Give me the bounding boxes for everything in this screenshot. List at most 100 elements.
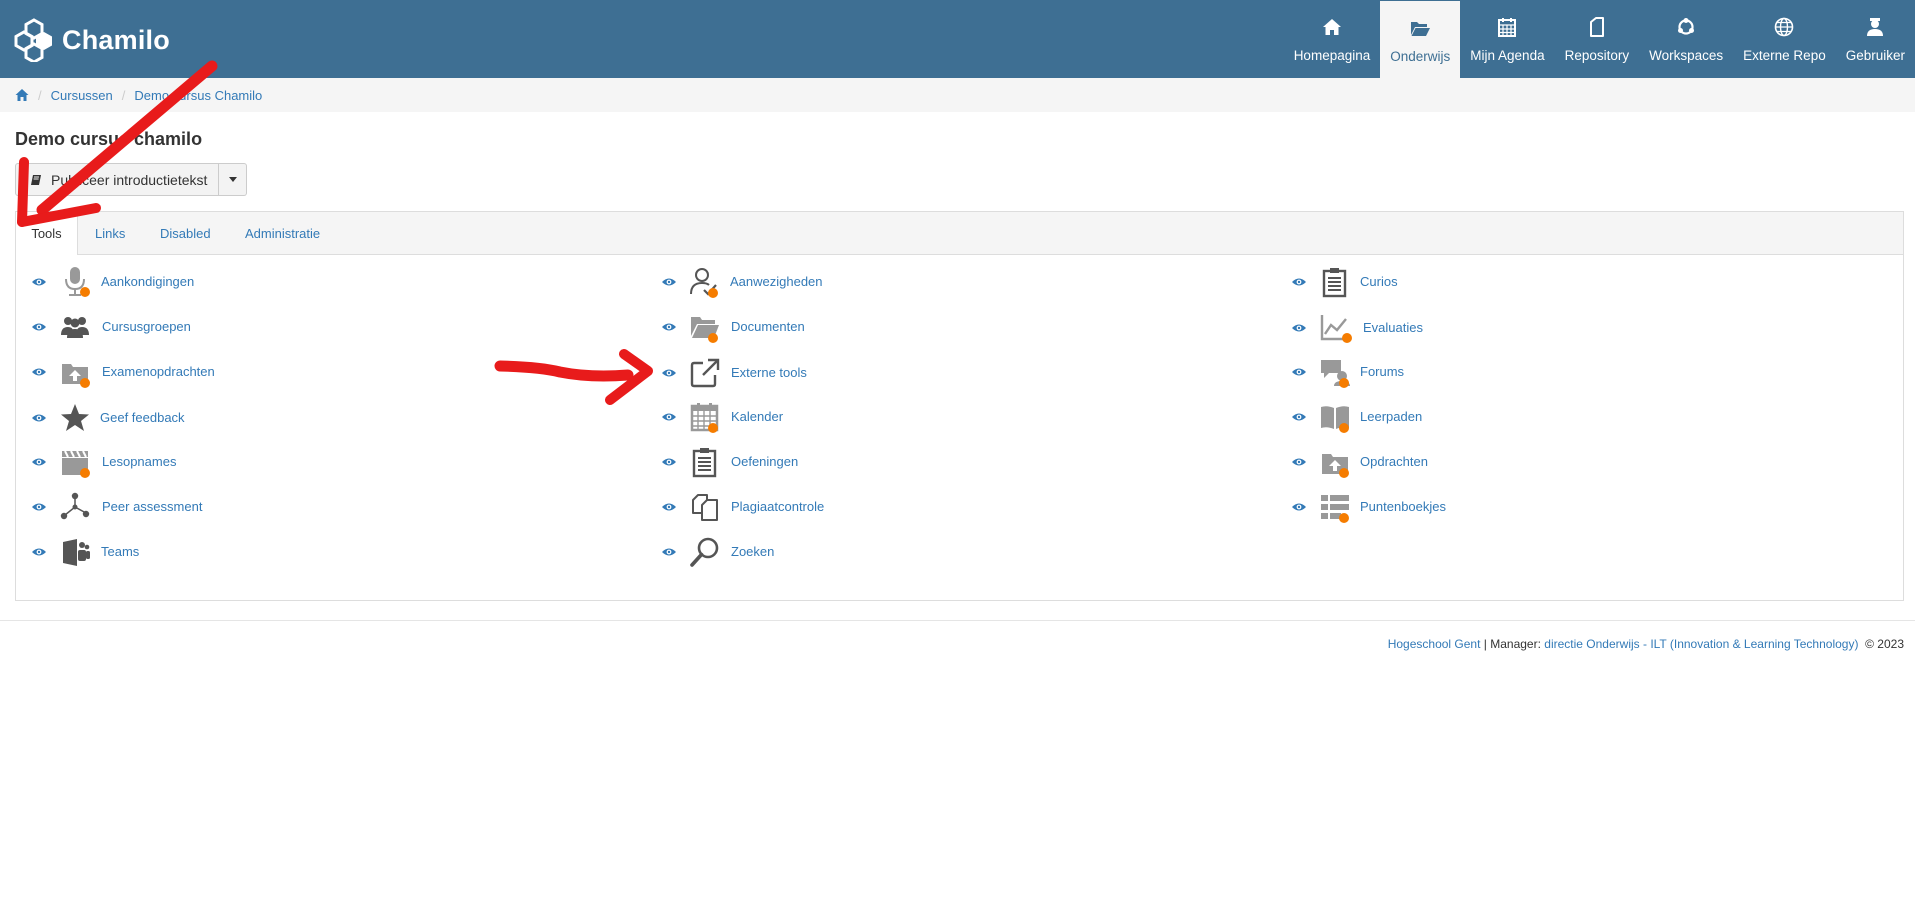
tab-links[interactable]: Links	[95, 212, 125, 254]
breadcrumb-course[interactable]: Demo cursus Chamilo	[134, 88, 262, 103]
tool-label[interactable]: Examenopdrachten	[102, 364, 215, 379]
tool-label[interactable]: Plagiaatcontrole	[731, 499, 824, 514]
footer-copyright: © 2023	[1865, 637, 1904, 651]
home-icon[interactable]	[15, 88, 29, 102]
eye-icon[interactable]	[1291, 366, 1307, 378]
nav-workspaces[interactable]: Workspaces	[1639, 0, 1733, 78]
file-icon	[1589, 17, 1604, 37]
eye-icon[interactable]	[661, 276, 677, 288]
workspaces-icon	[1678, 18, 1695, 35]
tool-label[interactable]: Lesopnames	[102, 454, 176, 469]
tool-label[interactable]: Evaluaties	[1363, 320, 1423, 335]
user-icon	[1867, 18, 1884, 36]
nav-repository[interactable]: Repository	[1555, 0, 1640, 78]
status-dot	[708, 423, 718, 433]
tool-label[interactable]: Teams	[101, 544, 139, 559]
search-icon	[690, 537, 719, 567]
tool-label[interactable]: Leerpaden	[1360, 409, 1422, 424]
tool-label[interactable]: Zoeken	[731, 544, 774, 559]
nav-onderwijs[interactable]: Onderwijs	[1380, 1, 1461, 78]
copy-documents-icon	[692, 494, 718, 521]
tool-label[interactable]: Forums	[1360, 364, 1404, 379]
eye-icon[interactable]	[661, 501, 677, 513]
breadcrumb-separator: /	[121, 87, 126, 103]
book-icon	[31, 174, 41, 185]
eye-icon[interactable]	[31, 366, 47, 378]
publish-intro-button[interactable]: Publiceer introductietekst	[15, 163, 220, 196]
users-group-icon	[61, 317, 89, 338]
eye-icon[interactable]	[661, 456, 677, 468]
tool-label[interactable]: Curios	[1360, 274, 1398, 289]
tool-label[interactable]: Aanwezigheden	[730, 274, 823, 289]
app-name: Chamilo	[62, 24, 170, 55]
calendar-icon	[1498, 18, 1517, 37]
status-dot	[80, 287, 90, 297]
status-dot	[708, 333, 718, 343]
caret-down-icon	[228, 177, 237, 182]
nav-label: Mijn Agenda	[1470, 48, 1545, 63]
publish-dropdown-toggle[interactable]	[219, 163, 248, 196]
status-dot	[1339, 468, 1349, 478]
eye-icon[interactable]	[661, 411, 677, 423]
footer: Hogeschool Gent | Manager: directie Onde…	[1388, 637, 1904, 651]
nav-homepagina[interactable]: Homepagina	[1284, 0, 1381, 78]
status-dot	[1342, 333, 1352, 343]
eye-icon[interactable]	[1291, 276, 1307, 288]
tool-label[interactable]: Geef feedback	[100, 410, 185, 425]
publish-button-group: Publiceer introductietekst	[15, 163, 248, 196]
eye-icon[interactable]	[661, 546, 677, 558]
tab-bar: Tools Links Disabled Administratie	[16, 212, 1903, 255]
chamilo-hexagon-icon	[14, 18, 52, 62]
eye-icon[interactable]	[31, 276, 47, 288]
tool-label[interactable]: Peer assessment	[102, 499, 202, 514]
tab-disabled[interactable]: Disabled	[160, 212, 211, 254]
eye-icon[interactable]	[1291, 501, 1307, 513]
tab-tools[interactable]: Tools	[16, 212, 78, 255]
status-dot	[80, 468, 90, 478]
page-title: Demo cursus chamilo	[15, 129, 203, 149]
eye-icon[interactable]	[1291, 322, 1307, 334]
tool-label[interactable]: Oefeningen	[731, 454, 798, 469]
clipboard-list-icon	[692, 448, 717, 478]
nav-label: Homepagina	[1293, 48, 1371, 63]
footer-org-link[interactable]: Hogeschool Gent	[1388, 637, 1481, 651]
tool-label[interactable]: Puntenboekjes	[1360, 499, 1446, 514]
status-dot	[1339, 423, 1349, 433]
nav-label: Workspaces	[1649, 48, 1724, 63]
nav-label: Externe Repo	[1743, 48, 1826, 63]
breadcrumb-separator: /	[38, 87, 42, 103]
tool-label[interactable]: Kalender	[731, 409, 783, 424]
eye-icon[interactable]	[31, 456, 47, 468]
nav-externe-repo[interactable]: Externe Repo	[1733, 0, 1836, 78]
eye-icon[interactable]	[661, 321, 677, 333]
eye-icon[interactable]	[1291, 456, 1307, 468]
eye-icon[interactable]	[31, 546, 47, 558]
tool-label[interactable]: Aankondigingen	[101, 274, 194, 289]
chamilo-logo[interactable]: Chamilo	[14, 18, 170, 62]
tab-administratie[interactable]: Administratie	[245, 212, 320, 254]
nav-mijn-agenda[interactable]: Mijn Agenda	[1460, 0, 1554, 78]
tool-label[interactable]: Cursusgroepen	[102, 319, 191, 334]
external-link-icon	[690, 358, 720, 388]
nav-gebruiker[interactable]: Gebruiker	[1836, 0, 1915, 78]
tool-label[interactable]: Opdrachten	[1360, 454, 1428, 469]
eye-icon[interactable]	[661, 367, 677, 379]
tool-label[interactable]: Documenten	[731, 319, 805, 334]
breadcrumb-cursussen[interactable]: Cursussen	[51, 88, 113, 103]
main-nav: Homepagina Onderwijs Mijn Agenda Reposit…	[1284, 0, 1915, 78]
footer-manager-link[interactable]: directie Onderwijs - ILT (Innovation & L…	[1544, 637, 1858, 651]
star-icon	[61, 404, 89, 431]
nav-label: Gebruiker	[1845, 48, 1905, 63]
tools-panel: Tools Links Disabled Administratie Aanko…	[15, 211, 1904, 601]
top-header: Chamilo Homepagina Onderwijs Mijn Agenda	[0, 0, 1915, 78]
eye-icon[interactable]	[1291, 411, 1307, 423]
home-icon	[1322, 19, 1341, 35]
footer-divider	[0, 620, 1915, 621]
eye-icon[interactable]	[31, 501, 47, 513]
nav-label: Repository	[1564, 48, 1630, 63]
tool-label[interactable]: Externe tools	[731, 365, 807, 380]
status-dot	[708, 288, 718, 298]
eye-icon[interactable]	[31, 412, 47, 424]
eye-icon[interactable]	[31, 321, 47, 333]
globe-icon	[1775, 17, 1794, 37]
